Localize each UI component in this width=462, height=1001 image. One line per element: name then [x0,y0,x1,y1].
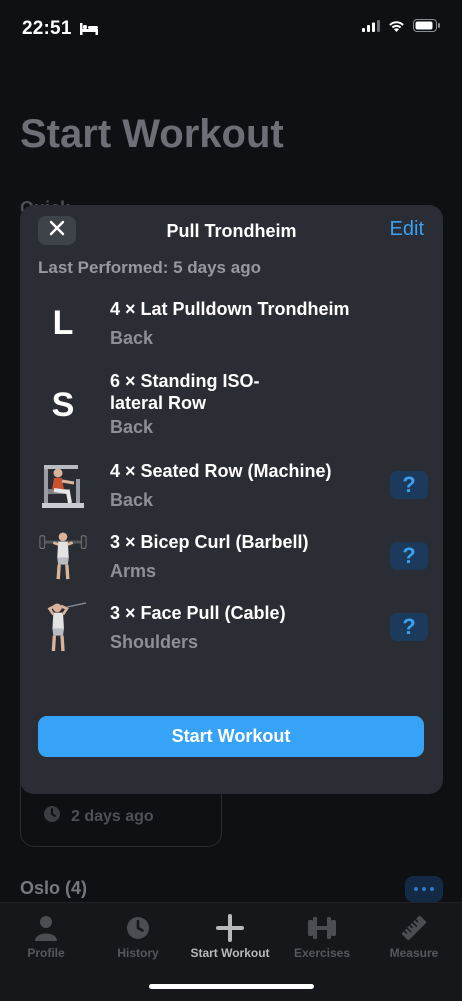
tab-label: History [117,946,159,960]
plus-icon [184,913,276,943]
clock-icon [92,913,184,943]
exercise-row[interactable]: 3 × Bicep Curl (Barbell) Arms ? [38,531,428,587]
tab-label: Start Workout [190,946,270,960]
exercise-name: 4 × Seated Row (Machine) [110,461,332,481]
edit-button[interactable]: Edit [390,218,424,241]
exercise-muscle: Shoulders [110,632,199,652]
seated-row-machine-thumbnail [38,460,88,510]
person-icon [0,913,92,943]
exercise-row[interactable]: 4 × Seated Row (Machine) Back ? [38,460,428,516]
question-mark-icon[interactable]: ? [402,472,415,498]
exercise-name: 6 × Standing ISO- lateral Row [110,370,260,414]
status-time: 22:51 [22,18,72,39]
exercise-muscle: Arms [110,561,157,581]
tab-label: Profile [27,946,65,960]
more-options-button[interactable] [405,876,443,902]
last-performed-label: Last Performed: 5 days ago [38,258,261,277]
exercise-help-button[interactable]: ? [390,613,428,641]
bed-icon [80,22,98,40]
exercise-muscle: Back [110,490,154,510]
tab-start-workout[interactable]: Start Workout [184,913,276,960]
tab-history[interactable]: History [92,913,184,960]
exercise-name: 3 × Bicep Curl (Barbell) [110,532,309,552]
exercise-muscle: Back [110,328,154,348]
face-pull-cable-thumbnail [38,602,88,652]
page-title: Start Workout [20,112,284,156]
card-time-label: 2 days ago [71,807,154,825]
exercise-muscle: Back [110,417,154,437]
exercise-help-button[interactable]: ? [390,542,428,570]
home-indicator[interactable] [149,984,314,989]
workout-preview-modal: Pull Trondheim Edit Last Performed: 5 da… [20,205,443,794]
start-workout-button[interactable]: Start Workout [38,716,424,757]
exercise-name-line1: 6 × Standing ISO- [110,371,260,391]
exercise-letter-thumb: S [38,380,88,430]
exercise-letter: S [51,385,75,424]
exercise-letter: L [52,303,74,342]
bicep-curl-barbell-thumbnail [38,531,88,581]
tab-label: Exercises [293,946,351,960]
tab-exercises[interactable]: Exercises [276,913,368,960]
clock-icon [43,805,61,828]
question-mark-icon[interactable]: ? [402,614,415,640]
modal-title: Pull Trondheim [166,221,297,241]
exercise-name: 4 × Lat Pulldown Trondheim [110,299,350,319]
battery-icon [413,19,440,37]
question-mark-icon[interactable]: ? [402,543,415,569]
ellipsis-dot [430,887,434,891]
ruler-icon [368,913,460,943]
exercise-help-button[interactable]: ? [390,471,428,499]
exercise-letter-thumb: L [38,298,88,348]
status-bar: 22:51 [0,0,462,60]
tab-profile[interactable]: Profile [0,913,92,960]
wifi-icon [388,19,405,37]
dumbbell-icon [276,913,368,943]
exercise-name-line2: lateral Row [110,393,207,413]
section-title-oslo: Oslo (4) [20,878,88,898]
ellipsis-dot [422,887,426,891]
tab-label: Measure [389,946,439,960]
ellipsis-dot [414,887,418,891]
card-last-performed: 2 days ago [43,805,154,828]
exercise-name: 3 × Face Pull (Cable) [110,603,286,623]
exercise-row[interactable]: 3 × Face Pull (Cable) Shoulders ? [38,602,428,658]
cellular-signal-icon [362,19,380,37]
exercise-row[interactable]: S 6 × Standing ISO- lateral Row Back [38,370,428,440]
exercise-row[interactable]: L 4 × Lat Pulldown Trondheim Back [38,298,428,350]
tab-measure[interactable]: Measure [368,913,460,960]
